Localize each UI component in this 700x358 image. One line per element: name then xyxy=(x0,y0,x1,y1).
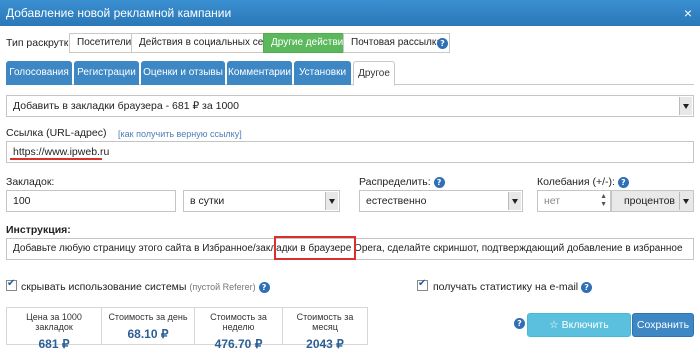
url-input[interactable]: https://www.ipweb.ru xyxy=(6,141,694,163)
chevron-down-icon[interactable] xyxy=(679,192,692,210)
help-icon[interactable]: ? xyxy=(258,282,270,293)
stat-header: Цена за 1000 закладок xyxy=(26,312,82,332)
stat-cell: Стоимость за месяц 2043 ₽ xyxy=(283,308,367,351)
stat-value: 476.70 ₽ xyxy=(214,337,263,351)
enable-premium-button[interactable]: ☆ Включить Premium xyxy=(527,313,631,353)
chevron-down-icon[interactable] xyxy=(325,192,338,210)
bookmarks-input[interactable]: 100 xyxy=(6,190,176,212)
help-icon[interactable]: ? xyxy=(433,177,445,188)
tab-registrations[interactable]: Регистрации xyxy=(74,61,139,85)
email-stats-checkbox[interactable] xyxy=(417,278,428,291)
promo-option-mailing[interactable]: Почтовая рассылка xyxy=(343,33,451,53)
help-icon[interactable]: ? xyxy=(514,318,525,329)
period-select[interactable]: в сутки xyxy=(183,190,340,212)
tab-comments[interactable]: Комментарии xyxy=(227,61,292,85)
stat-value: 2043 ₽ xyxy=(306,337,344,351)
url-underline-highlight xyxy=(10,158,102,160)
bookmarks-label: Закладок: xyxy=(6,176,55,188)
stat-header: Стоимость за день xyxy=(108,312,188,322)
distribute-label-text: Распределить: xyxy=(359,176,431,188)
stat-cell: Цена за 1000 закладок 681 ₽ xyxy=(7,308,102,351)
fluctuation-unit-select[interactable]: процентов xyxy=(611,190,694,212)
tab-voting[interactable]: Голосования xyxy=(6,61,72,85)
cost-summary-table: Цена за 1000 закладок 681 ₽ Стоимость за… xyxy=(6,307,368,351)
stat-header: Стоимость за неделю xyxy=(210,312,267,332)
fluctuation-unit-value: процентов xyxy=(624,195,676,207)
action-select[interactable]: Добавить в закладки браузера - 681 ₽ за … xyxy=(6,95,694,117)
hide-system-label: скрывать использование системы (пустой R… xyxy=(21,281,270,293)
fluctuation-label-text: Колебания (+/-): xyxy=(537,176,615,188)
fluctuation-input[interactable]: нет ▲ ▼ xyxy=(537,190,611,212)
promo-type-label: Тип раскрутки: xyxy=(6,37,78,49)
stat-value: 681 ₽ xyxy=(38,337,70,351)
close-icon[interactable]: × xyxy=(684,5,692,21)
tab-installs[interactable]: Установки xyxy=(294,61,351,85)
email-stats-label-text: получать статистику на e-mail xyxy=(433,281,579,293)
stat-header: Стоимость за месяц xyxy=(296,312,354,332)
instruction-text-before: Добавьте любую страницу этого сайта в Из… xyxy=(13,243,301,254)
distribute-label: Распределить: ? xyxy=(359,176,445,188)
hide-system-note: (пустой Referer) xyxy=(189,282,256,292)
distribute-select[interactable]: естественно xyxy=(359,190,523,212)
stat-cell: Стоимость за день 68.10 ₽ xyxy=(102,308,195,344)
dialog-title: Добавление новой рекламной кампании xyxy=(6,6,232,20)
period-select-value: в сутки xyxy=(190,195,225,207)
chevron-down-icon[interactable] xyxy=(679,97,692,115)
save-button[interactable]: Сохранить xyxy=(632,313,694,337)
stat-value: 68.10 ₽ xyxy=(127,327,169,341)
fluctuation-label: Колебания (+/-): ? xyxy=(537,176,629,188)
fluctuation-input-value: нет xyxy=(544,195,561,207)
url-help-link-text[interactable]: как получить верную ссылку xyxy=(121,129,240,139)
tab-bar: Голосования Регистрации Оценки и отзывы … xyxy=(6,61,694,86)
url-input-value: https://www.ipweb.ru xyxy=(13,146,110,158)
dialog-title-bar: Добавление новой рекламной кампании × xyxy=(0,0,700,26)
help-icon[interactable]: ? xyxy=(617,177,629,188)
action-select-value: Добавить в закладки браузера - 681 ₽ за … xyxy=(13,100,239,112)
enable-premium-label: Включить Premium xyxy=(557,319,609,353)
stat-cell: Стоимость за неделю 476.70 ₽ xyxy=(195,308,283,351)
email-stats-label: получать статистику на e-mail ? xyxy=(433,281,593,293)
promo-option-visitors[interactable]: Посетители xyxy=(69,33,140,53)
help-icon[interactable]: ? xyxy=(437,38,448,49)
bookmarks-input-value: 100 xyxy=(13,195,31,207)
instruction-highlight-box xyxy=(274,236,356,260)
tab-other[interactable]: Другое xyxy=(353,61,395,86)
stepper-icon[interactable]: ▲ ▼ xyxy=(600,193,607,209)
hide-system-label-text: скрывать использование системы xyxy=(21,281,187,293)
url-label: Ссылка (URL-адрес) xyxy=(6,127,107,139)
star-icon: ☆ xyxy=(549,319,559,331)
distribute-select-value: естественно xyxy=(366,195,427,207)
url-help-link[interactable]: [как получить верную ссылку] xyxy=(118,129,242,139)
chevron-down-icon[interactable] xyxy=(508,192,521,210)
help-icon[interactable]: ? xyxy=(581,282,593,293)
hide-system-checkbox[interactable] xyxy=(6,278,17,291)
instruction-label: Инструкция: xyxy=(6,224,71,236)
instruction-text-after: сделайте скриншот, подтверждающий добавл… xyxy=(384,243,683,254)
tab-reviews[interactable]: Оценки и отзывы xyxy=(141,61,225,85)
